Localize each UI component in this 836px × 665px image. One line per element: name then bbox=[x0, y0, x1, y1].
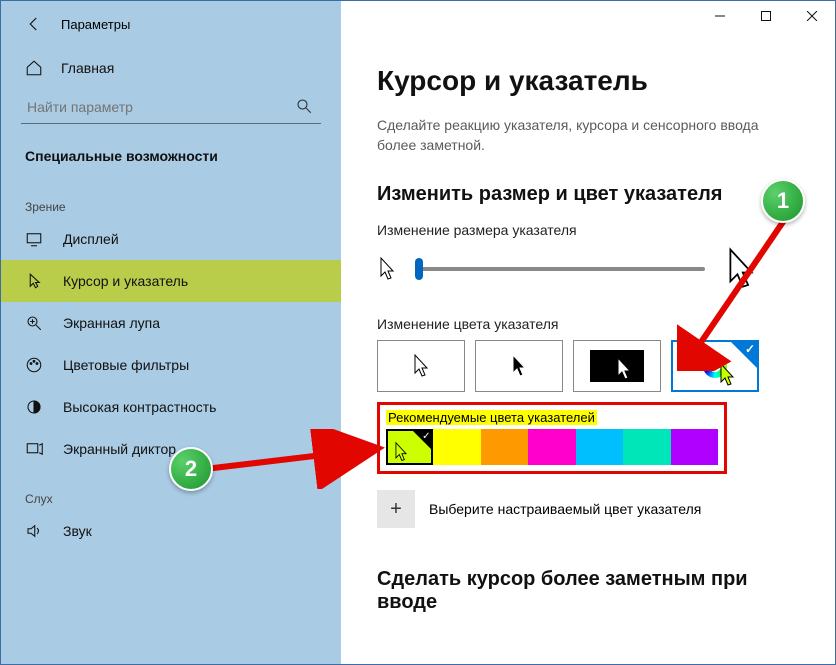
search-input[interactable] bbox=[21, 91, 321, 124]
search-icon bbox=[295, 97, 313, 115]
pointer-color-tiles bbox=[377, 340, 807, 392]
close-button[interactable] bbox=[789, 1, 835, 31]
slider-thumb[interactable] bbox=[415, 258, 423, 280]
add-custom-color-button[interactable]: + bbox=[377, 490, 415, 528]
annotation-badge-1: 1 bbox=[761, 179, 805, 223]
recommended-colors-row bbox=[386, 429, 718, 465]
group-vision: Зрение bbox=[1, 178, 341, 218]
cursor-large-icon bbox=[723, 246, 759, 292]
magnifier-icon bbox=[25, 314, 43, 332]
back-icon[interactable] bbox=[25, 15, 43, 33]
recommended-color-swatch[interactable] bbox=[671, 429, 718, 465]
pointer-size-slider[interactable] bbox=[415, 267, 705, 271]
sidebar-item-label: Курсор и указатель bbox=[63, 273, 188, 289]
close-icon bbox=[807, 11, 817, 21]
home-label: Главная bbox=[61, 60, 114, 76]
category-title: Специальные возможности bbox=[1, 142, 341, 178]
section-size-color-title: Изменить размер и цвет указателя bbox=[377, 183, 807, 206]
sidebar-item-label: Дисплей bbox=[63, 231, 119, 247]
cursor-lime-icon bbox=[392, 441, 410, 463]
main-content: Курсор и указатель Сделайте реакцию указ… bbox=[341, 1, 835, 664]
sidebar-item-display[interactable]: Дисплей bbox=[1, 218, 341, 260]
home-link[interactable]: Главная bbox=[1, 49, 341, 87]
cursor-black-icon bbox=[509, 353, 529, 379]
pointer-color-label: Изменение цвета указателя bbox=[377, 316, 807, 332]
pointer-size-row bbox=[377, 246, 807, 292]
titlebar bbox=[341, 1, 835, 31]
window-title: Параметры bbox=[61, 17, 130, 32]
recommended-color-swatch[interactable] bbox=[386, 429, 433, 465]
sidebar-item-label: Экранная лупа bbox=[63, 315, 160, 331]
pointer-color-white[interactable] bbox=[377, 340, 465, 392]
sidebar-item-sound[interactable]: Звук bbox=[1, 510, 341, 552]
narrator-icon bbox=[25, 440, 43, 458]
recommended-color-swatch[interactable] bbox=[433, 429, 480, 465]
minimize-icon bbox=[715, 11, 725, 21]
settings-window: WINNOTE.RU Параметры Главная Специальные… bbox=[0, 0, 836, 665]
pointer-color-inverted[interactable] bbox=[573, 340, 661, 392]
inverted-bg bbox=[590, 350, 644, 382]
pointer-size-label: Изменение размера указателя bbox=[377, 222, 807, 238]
sidebar-item-magnifier[interactable]: Экранная лупа bbox=[1, 302, 341, 344]
pointer-color-black[interactable] bbox=[475, 340, 563, 392]
cursor-icon bbox=[25, 272, 43, 290]
sidebar-item-color-filters[interactable]: Цветовые фильтры bbox=[1, 344, 341, 386]
custom-color-row: + Выберите настраиваемый цвет указателя bbox=[377, 490, 807, 528]
section-cursor-input-title: Сделать курсор более заметным при вводе bbox=[377, 568, 807, 614]
check-icon bbox=[413, 431, 431, 449]
recommended-color-swatch[interactable] bbox=[528, 429, 575, 465]
sidebar-item-cursor[interactable]: Курсор и указатель bbox=[1, 260, 341, 302]
sidebar-item-label: Высокая контрастность bbox=[63, 399, 216, 415]
recommended-color-swatch[interactable] bbox=[481, 429, 528, 465]
recommended-colors-box: Рекомендуемые цвета указателей bbox=[377, 402, 727, 474]
annotation-badge-2: 2 bbox=[169, 447, 213, 491]
recommended-colors-title: Рекомендуемые цвета указателей bbox=[386, 410, 597, 425]
page-subtitle: Сделайте реакцию указателя, курсора и се… bbox=[377, 115, 797, 155]
sidebar-header: Параметры bbox=[1, 15, 341, 49]
minimize-button[interactable] bbox=[697, 1, 743, 31]
sound-icon bbox=[25, 522, 43, 540]
sidebar-item-high-contrast[interactable]: Высокая контрастность bbox=[1, 386, 341, 428]
display-icon bbox=[25, 230, 43, 248]
recommended-color-swatch[interactable] bbox=[576, 429, 623, 465]
maximize-button[interactable] bbox=[743, 1, 789, 31]
selected-check-icon bbox=[731, 342, 757, 368]
sidebar-item-label: Цветовые фильтры bbox=[63, 357, 189, 373]
contrast-icon bbox=[25, 398, 43, 416]
sidebar: Параметры Главная Специальные возможност… bbox=[1, 1, 341, 664]
cursor-inverted-icon bbox=[614, 356, 634, 382]
home-icon bbox=[25, 59, 43, 77]
cursor-white-icon bbox=[411, 353, 431, 379]
cursor-small-icon bbox=[377, 256, 397, 282]
palette-icon bbox=[25, 356, 43, 374]
custom-color-label: Выберите настраиваемый цвет указателя bbox=[429, 501, 701, 517]
search-container bbox=[21, 91, 321, 124]
sidebar-item-label: Звук bbox=[63, 523, 92, 539]
maximize-icon bbox=[761, 11, 771, 21]
pointer-color-custom[interactable] bbox=[671, 340, 759, 392]
recommended-color-swatch[interactable] bbox=[623, 429, 670, 465]
page-title: Курсор и указатель bbox=[377, 65, 807, 97]
sidebar-item-label: Экранный диктор bbox=[63, 441, 176, 457]
